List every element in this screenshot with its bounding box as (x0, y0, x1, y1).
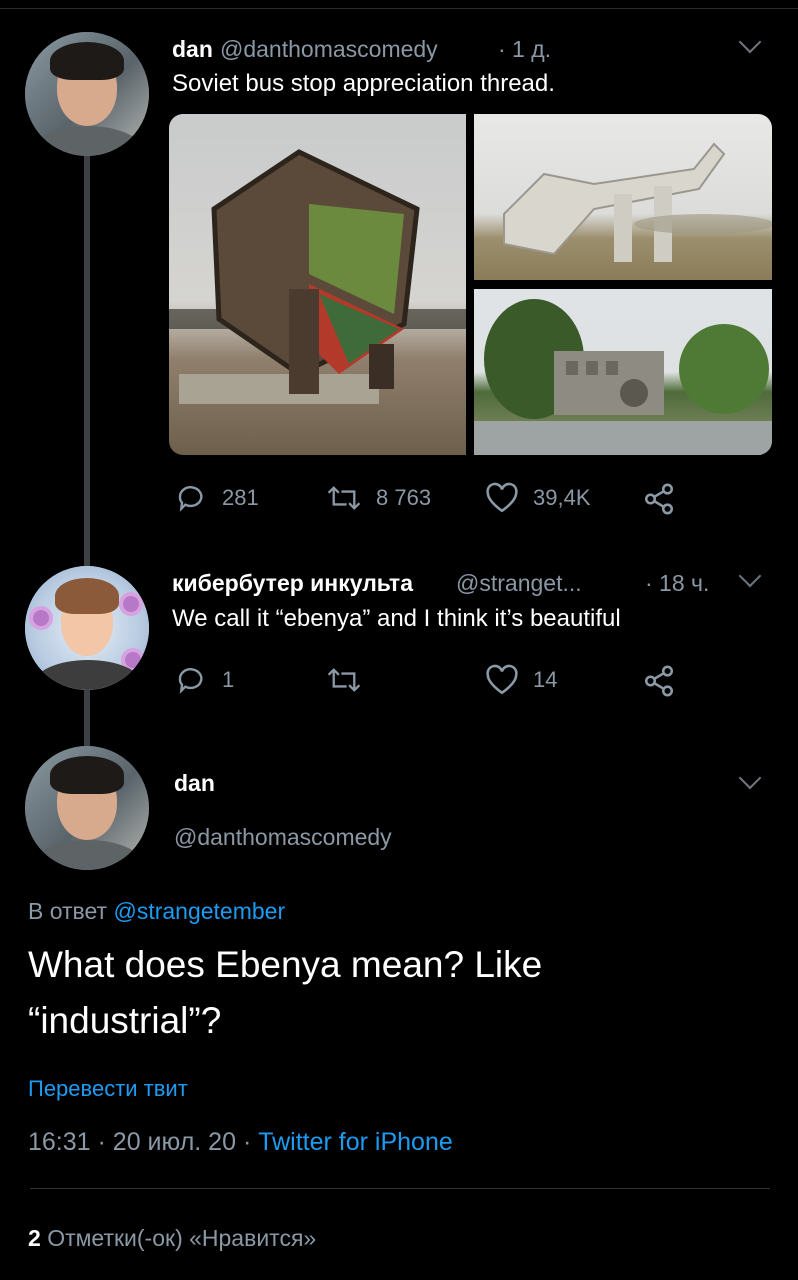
concrete-bus-stop-illustration (503, 142, 772, 262)
tweet-time: 16:31 (28, 1128, 91, 1156)
divider (30, 1188, 770, 1189)
media-image-2[interactable] (474, 114, 772, 280)
block-bus-stop-illustration (474, 299, 772, 455)
share-icon (644, 665, 674, 697)
like-button[interactable]: 14 (485, 664, 557, 696)
heart-icon (486, 482, 518, 513)
reply-prefix: В ответ (28, 898, 108, 924)
avatar[interactable] (25, 566, 149, 690)
like-count: 39,4K (533, 485, 591, 510)
like-button[interactable]: 39,4K (485, 482, 591, 514)
tweet-text-line-1: What does Ebenya mean? Like (28, 944, 543, 985)
retweet-button[interactable] (326, 664, 362, 696)
tweet-author-handle[interactable]: @stranget... (456, 570, 582, 597)
tweet-author-name[interactable]: dan (174, 770, 215, 797)
top-divider (0, 8, 798, 9)
likes-label: Отметки(-ок) «Нравится» (47, 1225, 317, 1251)
chevron-down-icon[interactable] (738, 30, 762, 54)
reply-icon (178, 668, 203, 694)
media-image-1[interactable] (169, 114, 466, 455)
like-count: 14 (533, 667, 558, 692)
tweet-meta: 16:31 · 20 июл. 20 · Twitter for iPhone (28, 1128, 453, 1157)
media-image-3[interactable] (474, 289, 772, 455)
tweet-text: Soviet bus stop appreciation thread. (172, 70, 555, 97)
tweet-source-link[interactable]: Twitter for iPhone (258, 1128, 453, 1156)
reply-context: В ответ @strangetember (28, 898, 285, 925)
tweet-author-name[interactable]: dan (172, 36, 213, 63)
chevron-down-icon[interactable] (738, 766, 762, 790)
heart-icon (486, 664, 518, 695)
reply-button[interactable]: 1 (176, 664, 234, 696)
retweet-icon (327, 668, 361, 692)
likes-summary[interactable]: 2 Отметки(-ок) «Нравится» (28, 1225, 316, 1252)
thread-line (84, 688, 90, 746)
tweet-author-handle[interactable]: @danthomascomedy (174, 824, 392, 851)
chevron-down-icon[interactable] (738, 564, 762, 588)
likes-count: 2 (28, 1225, 41, 1251)
tweet-timestamp[interactable]: · 1 д. (498, 36, 551, 63)
translate-tweet-link[interactable]: Перевести твит (28, 1076, 188, 1102)
reply-icon (178, 486, 203, 512)
reply-count: 1 (222, 667, 235, 692)
retweet-icon (327, 486, 361, 510)
tweet-timestamp[interactable]: · 18 ч. (645, 570, 709, 597)
tweet-text: We call it “ebenya” and I think it’s bea… (172, 605, 621, 632)
reply-to-link[interactable]: @strangetember (113, 898, 285, 924)
share-button[interactable] (642, 482, 676, 516)
avatar[interactable] (25, 32, 149, 156)
tweet-author-name[interactable]: кибербутер инкульта (172, 570, 413, 597)
share-button[interactable] (642, 664, 676, 698)
reply-count: 281 (222, 485, 259, 510)
avatar[interactable] (25, 746, 149, 870)
retweet-count: 8 763 (376, 485, 432, 510)
tweet-text-line-2: “industrial”? (28, 1000, 222, 1041)
thread-line (84, 155, 90, 567)
tweet-media-grid[interactable] (169, 114, 772, 455)
retweet-button[interactable]: 8 763 (326, 482, 431, 514)
share-icon (644, 483, 674, 515)
wooden-bus-stop-illustration (169, 149, 466, 404)
reply-button[interactable]: 281 (176, 482, 259, 514)
tweet-author-handle[interactable]: @danthomascomedy (220, 36, 438, 63)
tweet-date: · 20 июл. 20 · (97, 1128, 252, 1156)
